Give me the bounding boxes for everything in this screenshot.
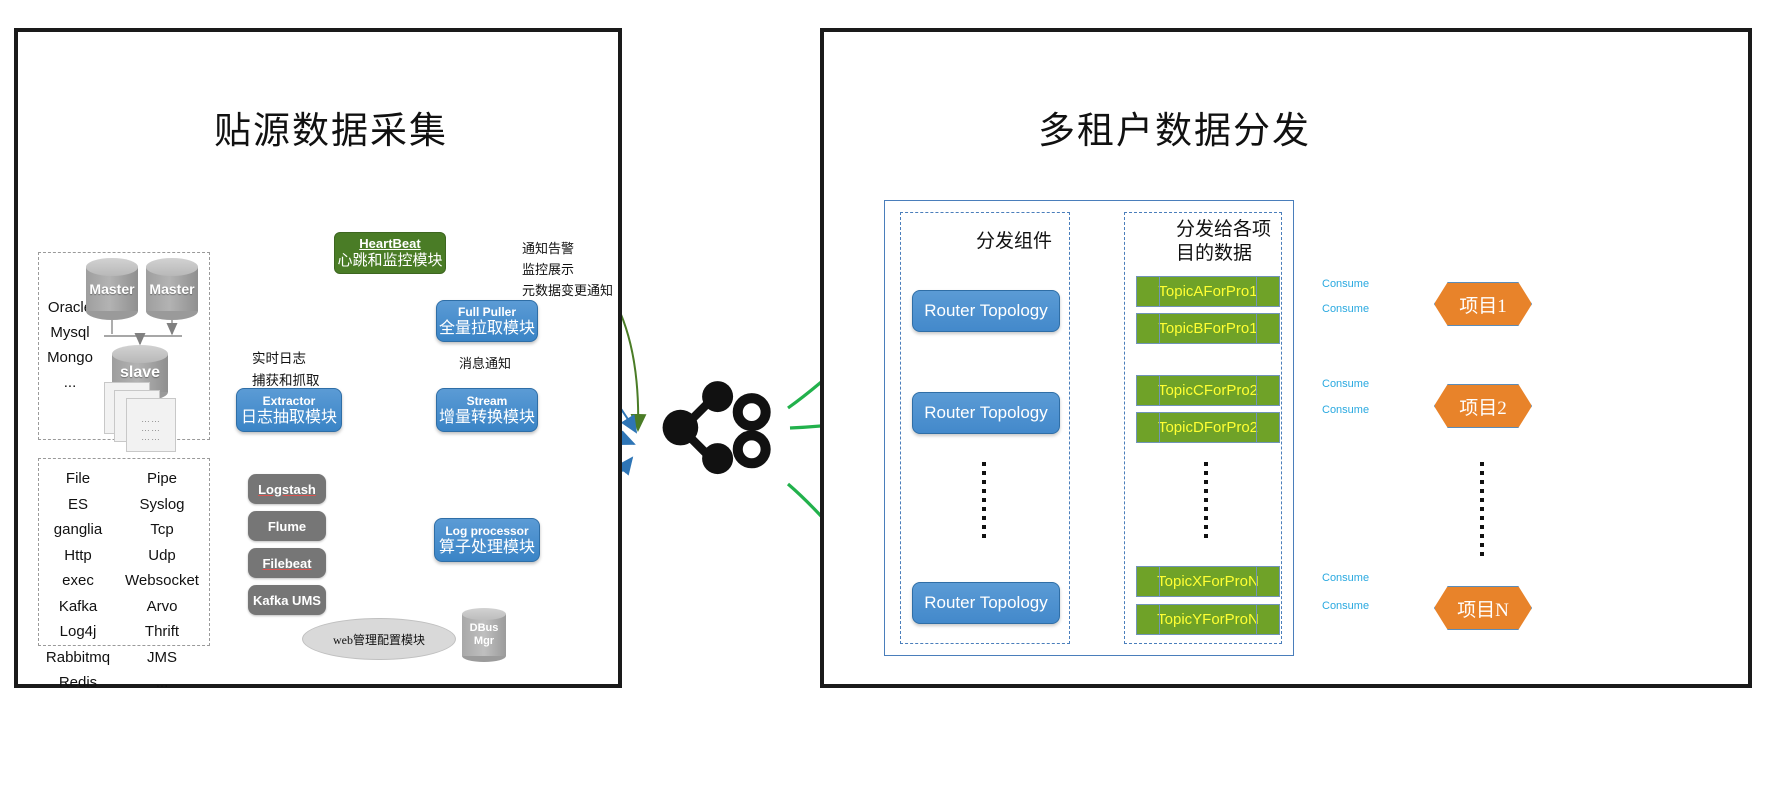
heartbeat-output-item: 元数据变更通知 [522, 283, 614, 298]
plugin-source-item: Udp [148, 546, 176, 564]
topic-x-for-pron-label: TopicXForProN [1157, 573, 1259, 590]
plugin-source-item: Arvo [146, 597, 178, 615]
plugin-source-item: JMS [147, 648, 177, 666]
master-db-2-label: Master [149, 281, 195, 297]
plugin-source-col2: Pipe Syslog Tcp Udp Websocket Arvo Thrif… [120, 466, 204, 696]
module-log-processor-en: Log processor [445, 523, 529, 538]
plugin-source-item: ES [67, 495, 88, 513]
slave-db-label: slave [119, 364, 161, 381]
project-ellipsis [1480, 462, 1484, 561]
module-extractor-en: Extractor [262, 393, 316, 408]
project-n[interactable]: 项目N [1434, 586, 1532, 630]
message-notify-label: 消息通知 [459, 356, 512, 371]
heartbeat-output-notes: 通知告警 监控展示 元数据变更通知 [522, 238, 613, 301]
plugin-source-item: Kafka [58, 597, 98, 615]
plugin-source-item: File [65, 470, 91, 487]
module-stream-cn: 增量转换模块 [438, 408, 535, 426]
module-heartbeat-en: HeartBeat [359, 235, 421, 251]
topic-c-for-pro2[interactable]: TopicCForPro2 [1136, 375, 1280, 406]
log-file-3: ……………… [126, 398, 176, 452]
module-heartbeat[interactable]: HeartBeat 心跳和监控模块 [334, 232, 446, 274]
plugin-source-item: Log4j [59, 623, 97, 640]
plugin-source-item: Websocket [125, 572, 199, 589]
agent-filebeat[interactable]: Filebeat [248, 548, 326, 578]
topic-d-for-pro2-label: TopicDForPro2 [1157, 419, 1259, 436]
slave-db: slave [112, 345, 168, 401]
plugin-source-item: exec [62, 572, 94, 589]
topic-x-for-pron[interactable]: TopicXForProN [1136, 566, 1280, 597]
topic-a-for-pro1[interactable]: TopicAForPro1 [1136, 276, 1280, 307]
web-config-module[interactable]: web管理配置模块 [302, 618, 456, 660]
plugin-source-item: ... [155, 674, 169, 691]
module-full-puller[interactable]: Full Puller 全量拉取模块 [436, 300, 538, 342]
log-capture-note: 实时日志 捕获和抓取 [252, 348, 320, 392]
consume-label-5: Consume [1322, 572, 1370, 584]
plugin-source-item: Tcp [150, 521, 174, 538]
plugin-source-item: Pipe [146, 470, 178, 487]
right-cloud-title: 多租户数据分发 [1038, 111, 1311, 152]
plugin-source-item: Rabbitmq [45, 648, 111, 666]
heartbeat-output-item: 监控展示 [522, 262, 575, 277]
consume-label-3: Consume [1322, 378, 1370, 390]
db-source-item: ... [63, 374, 77, 391]
module-heartbeat-cn: 心跳和监控模块 [337, 252, 443, 269]
dbus-mgr-line2: Mgr [473, 635, 495, 647]
router-topology-3[interactable]: Router Topology [912, 582, 1060, 624]
plugin-source-col1: File ES ganglia Http exec Kafka Log4j Ra… [42, 466, 114, 696]
diagram-canvas: 贴源数据采集 多租户数据分发 Oracle Mysql Mongo ... Ma… [0, 0, 1766, 800]
kafka-icon-center [662, 381, 771, 475]
consume-label-1: Consume [1322, 278, 1370, 290]
topics-section-label: 分发给各项目的数据 [1176, 219, 1272, 264]
module-full-puller-en: Full Puller [457, 304, 516, 319]
master-db-2: Master [146, 258, 198, 320]
heartbeat-output-item: 通知告警 [522, 241, 575, 256]
plugin-source-item: Syslog [139, 495, 185, 513]
agent-logstash[interactable]: Logstash [248, 474, 326, 504]
dbus-mgr-line1: DBus [469, 622, 499, 634]
db-source-item: Mysql [50, 324, 90, 341]
storm-section-label: 分发组件 [976, 231, 1053, 252]
plugin-source-item: Http [64, 546, 92, 564]
master-db-1-label: Master [89, 281, 135, 297]
module-log-processor-cn: 算子处理模块 [438, 538, 535, 556]
agent-flume[interactable]: Flume [248, 511, 326, 541]
dbus-mgr-db: DBus Mgr [462, 608, 506, 662]
agent-kafka-ums[interactable]: Kafka UMS [248, 585, 326, 615]
plugin-source-item: Redis [58, 674, 98, 691]
router-topology-1[interactable]: Router Topology [912, 290, 1060, 332]
plugin-source-item: ganglia [53, 521, 103, 538]
module-log-processor[interactable]: Log processor 算子处理模块 [434, 518, 540, 562]
log-capture-note-line2: 捕获和抓取 [252, 373, 320, 388]
topic-a-for-pro1-label: TopicAForPro1 [1158, 283, 1258, 300]
plugin-source-item: Thrift [144, 623, 180, 640]
project-2[interactable]: 项目2 [1434, 384, 1532, 428]
topic-y-for-pron[interactable]: TopicYForProN [1136, 604, 1280, 635]
master-db-1: Master [86, 258, 138, 320]
router-ellipsis [982, 462, 986, 543]
topic-ellipsis [1204, 462, 1208, 543]
topic-d-for-pro2[interactable]: TopicDForPro2 [1136, 412, 1280, 443]
module-extractor-cn: 日志抽取模块 [240, 408, 337, 426]
consume-label-4: Consume [1322, 404, 1370, 416]
module-extractor[interactable]: Extractor 日志抽取模块 [236, 388, 342, 432]
project-1[interactable]: 项目1 [1434, 282, 1532, 326]
topic-b-for-pro1[interactable]: TopicBForPro1 [1136, 313, 1280, 344]
topic-b-for-pro1-label: TopicBForPro1 [1158, 320, 1258, 337]
module-stream[interactable]: Stream 增量转换模块 [436, 388, 538, 432]
router-topology-2[interactable]: Router Topology [912, 392, 1060, 434]
db-source-item: Mongo [47, 349, 93, 366]
dbus-mgr-label: DBus Mgr [462, 608, 506, 662]
module-stream-en: Stream [466, 393, 508, 408]
topic-y-for-pron-label: TopicYForProN [1157, 611, 1259, 628]
left-cloud-title: 贴源数据采集 [214, 111, 448, 152]
topic-c-for-pro2-label: TopicCForPro2 [1157, 382, 1259, 399]
module-full-puller-cn: 全量拉取模块 [438, 319, 535, 337]
consume-label-2: Consume [1322, 303, 1370, 315]
log-file-lines: ……………… [141, 414, 161, 442]
consume-label-6: Consume [1322, 600, 1370, 612]
log-capture-note-line1: 实时日志 [252, 351, 306, 366]
